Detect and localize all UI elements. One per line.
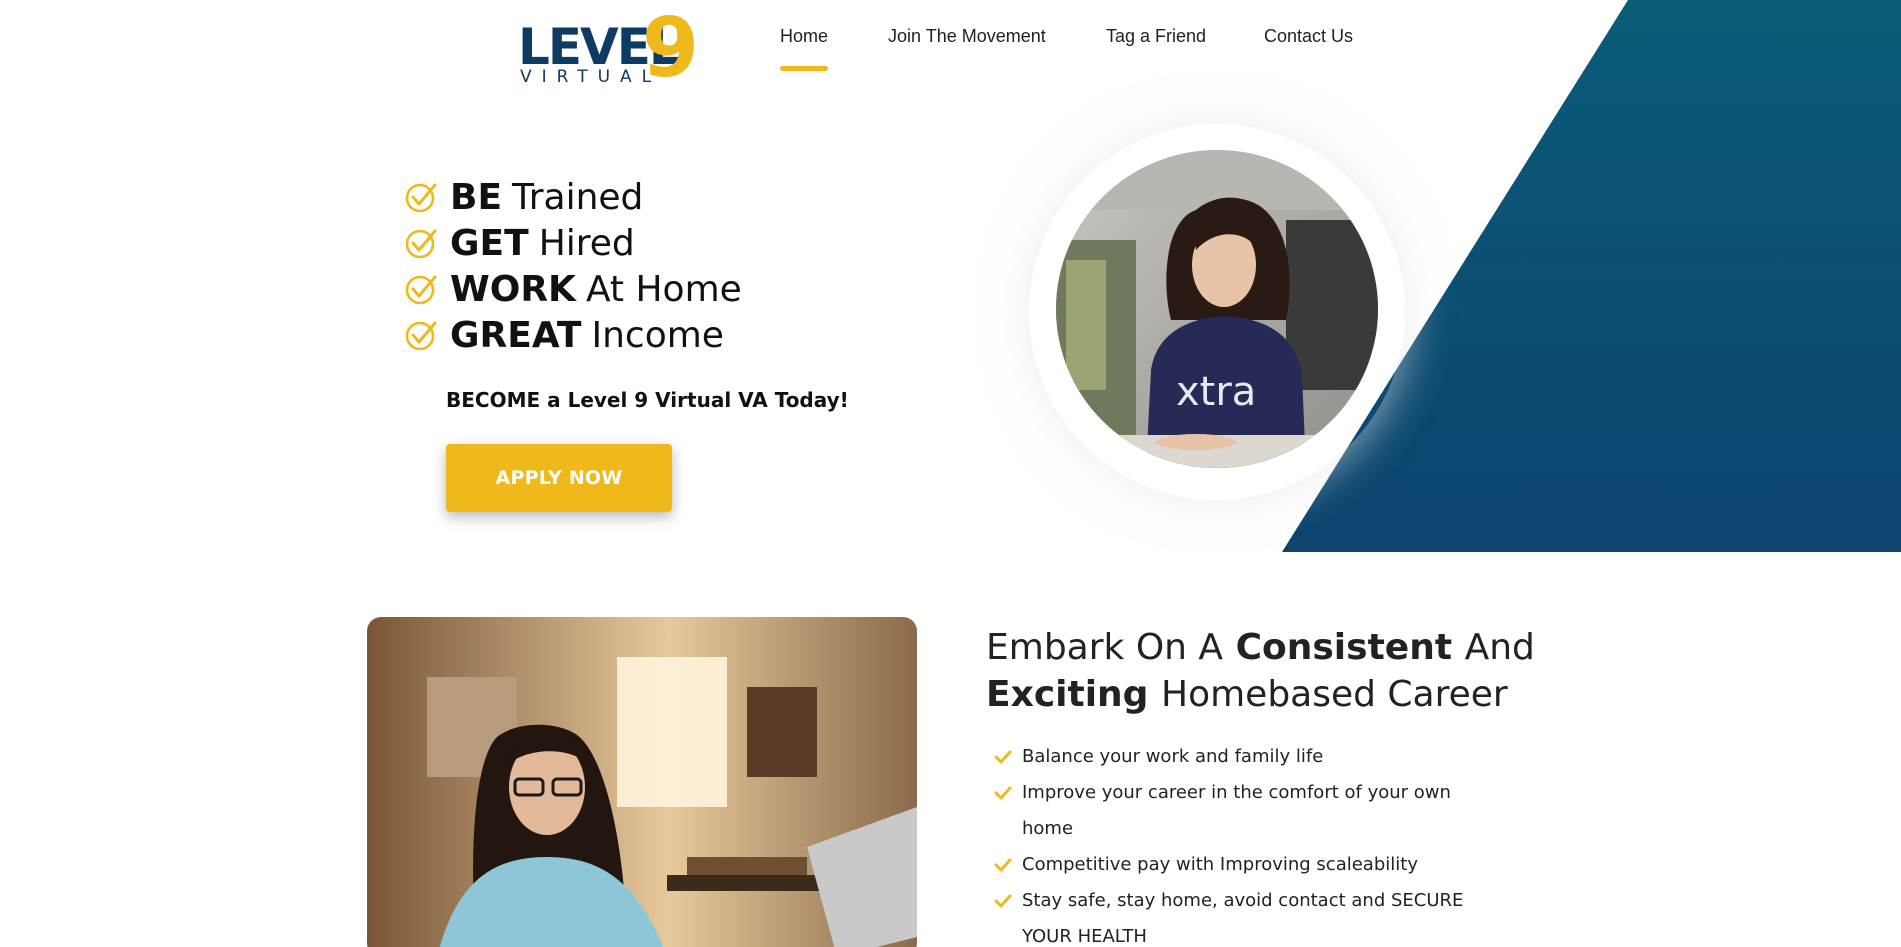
checkmark-icon xyxy=(994,786,1012,800)
hero-line-work-at-home: WORK At Home xyxy=(404,266,742,312)
hero-line-bold: GREAT xyxy=(450,314,582,356)
heading-emphasis: Consistent xyxy=(1235,627,1453,668)
logo-number: 9 xyxy=(642,1,700,96)
checkmark-icon xyxy=(994,858,1012,872)
nav-item-label: Tag a Friend xyxy=(1106,26,1207,46)
nav-item-label: Contact Us xyxy=(1264,26,1354,46)
benefit-text: Stay safe, stay home, avoid contact and … xyxy=(1022,890,1464,947)
hero-line-text: Hired xyxy=(538,222,635,264)
benefit-item: Competitive pay with Improving scaleabil… xyxy=(994,847,1484,883)
hero-photo-woman-at-computer: xtra xyxy=(1056,150,1378,468)
hero-line-be-trained: BE Trained xyxy=(404,174,742,220)
shirt-print-text: xtra xyxy=(1176,369,1256,415)
hero-line-great-income: GREAT Income xyxy=(404,312,742,358)
heading-part: And xyxy=(1464,627,1535,668)
logo-subtitle: VIRTUAL xyxy=(520,67,662,87)
benefit-text: Improve your career in the comfort of yo… xyxy=(1022,782,1451,839)
career-heading: Embark On A Consistent And Exciting Home… xyxy=(986,624,1546,718)
circle-check-icon xyxy=(405,229,437,259)
hero-line-bold: WORK xyxy=(450,268,576,310)
hero-tagline: BECOME a Level 9 Virtual VA Today! xyxy=(446,388,849,412)
career-benefits-list: Balance your work and family life Improv… xyxy=(994,739,1484,947)
apply-now-button[interactable]: APPLY NOW xyxy=(446,444,672,512)
nav-item-label: Join The Movement xyxy=(888,26,1046,46)
nav-item-join-the-movement[interactable]: Join The Movement xyxy=(888,26,1046,47)
active-nav-indicator xyxy=(780,66,829,71)
hero-photo-illustration: xtra xyxy=(1056,150,1378,468)
woman-with-laptop-photo xyxy=(367,617,917,947)
nav-item-home[interactable]: Home xyxy=(780,26,829,71)
circle-check-icon xyxy=(405,275,437,305)
heading-part: Embark On A xyxy=(986,627,1224,668)
nav-item-label: Home xyxy=(780,26,829,46)
nav-item-contact-us[interactable]: Contact Us xyxy=(1264,26,1353,47)
hero-line-bold: BE xyxy=(450,176,503,218)
benefit-item: Improve your career in the comfort of yo… xyxy=(994,775,1484,847)
benefit-item: Stay safe, stay home, avoid contact and … xyxy=(994,883,1484,947)
hero-line-text: Income xyxy=(591,314,724,356)
heading-part: Homebased Career xyxy=(1161,674,1508,715)
hero-line-bold: GET xyxy=(450,222,529,264)
heading-emphasis: Exciting xyxy=(986,674,1149,715)
circle-check-icon xyxy=(405,183,437,213)
level9-logo[interactable]: LEVEL VIRTUAL 9 xyxy=(518,8,699,90)
checkmark-icon xyxy=(994,750,1012,764)
hero-line-text: At Home xyxy=(585,268,742,310)
photo-illustration xyxy=(367,617,917,947)
benefit-text: Balance your work and family life xyxy=(1022,746,1324,767)
hero-line-get-hired: GET Hired xyxy=(404,220,742,266)
nav-item-tag-a-friend[interactable]: Tag a Friend xyxy=(1106,26,1206,47)
hero-line-text: Trained xyxy=(512,176,644,218)
site-header: LEVEL VIRTUAL 9 Home Join The Movement T… xyxy=(0,0,1901,100)
benefit-text: Competitive pay with Improving scaleabil… xyxy=(1022,854,1418,875)
checkmark-icon xyxy=(994,894,1012,908)
hero-benefit-list: BE Trained GET Hired WORK At Home GREAT … xyxy=(404,174,742,358)
circle-check-icon xyxy=(405,321,437,351)
benefit-item: Balance your work and family life xyxy=(994,739,1484,775)
